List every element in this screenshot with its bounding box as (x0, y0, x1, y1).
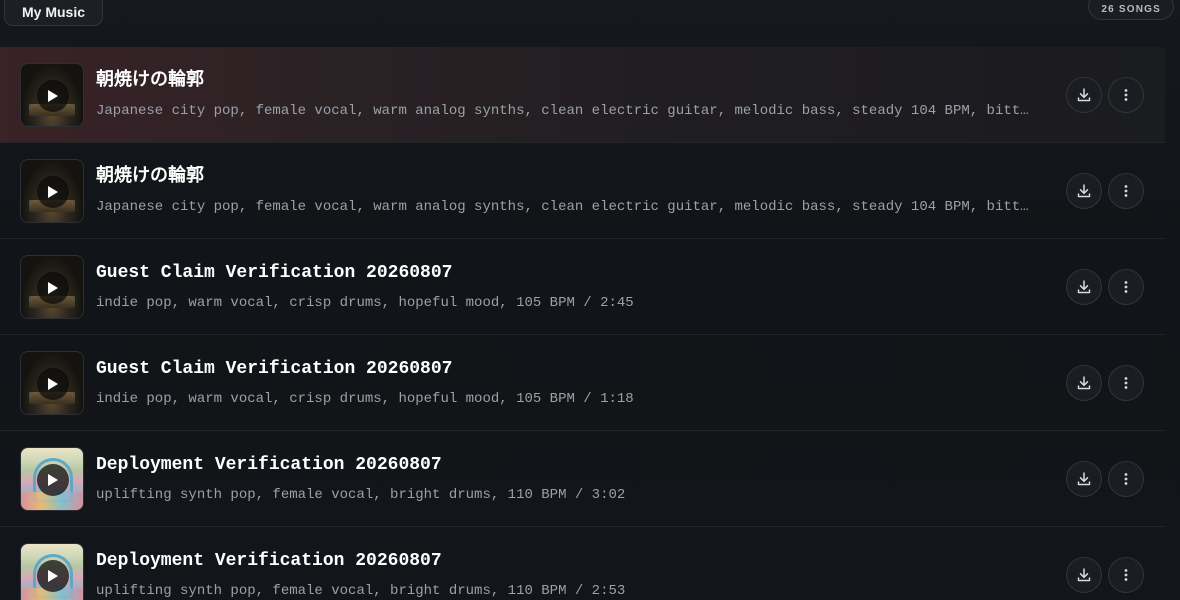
more-vertical-icon (1124, 281, 1128, 293)
download-icon (1077, 568, 1091, 582)
my-music-tab[interactable]: My Music (4, 0, 104, 26)
more-options-button[interactable] (1108, 557, 1144, 593)
song-row[interactable]: 朝焼けの輪郭 Japanese city pop, female vocal, w… (0, 143, 1165, 239)
play-icon (48, 90, 58, 102)
song-description: Japanese city pop, female vocal, warm an… (96, 199, 1031, 215)
top-bar: My Music 26 SONGS (0, 0, 1180, 36)
play-icon (48, 186, 58, 198)
download-icon (1077, 376, 1091, 390)
song-title[interactable]: Deployment Verification 20260807 (96, 549, 442, 573)
download-icon (1077, 88, 1091, 102)
more-vertical-icon (1124, 185, 1128, 197)
play-icon (48, 570, 58, 582)
download-button[interactable] (1066, 461, 1102, 497)
song-cover-art (20, 63, 84, 127)
play-icon (48, 474, 58, 486)
download-button[interactable] (1066, 77, 1102, 113)
more-vertical-icon (1124, 89, 1128, 101)
download-icon (1077, 280, 1091, 294)
my-music-page: My Music 26 SONGS 朝焼けの輪郭 Japanese city po… (0, 0, 1180, 600)
song-cover-art (20, 543, 84, 600)
song-cover-art (20, 255, 84, 319)
song-cover-art (20, 351, 84, 415)
more-vertical-icon (1124, 377, 1128, 389)
download-button[interactable] (1066, 557, 1102, 593)
song-cover-art (20, 159, 84, 223)
song-list: 朝焼けの輪郭 Japanese city pop, female vocal, w… (0, 47, 1165, 600)
play-button[interactable] (37, 560, 69, 592)
download-icon (1077, 184, 1091, 198)
download-button[interactable] (1066, 269, 1102, 305)
song-row[interactable]: Deployment Verification 20260807 upliftin… (0, 527, 1165, 600)
song-row[interactable]: 朝焼けの輪郭 Japanese city pop, female vocal, w… (0, 47, 1165, 143)
song-description: Japanese city pop, female vocal, warm an… (96, 103, 1031, 119)
song-cover-art (20, 447, 84, 511)
download-icon (1077, 472, 1091, 486)
song-description: indie pop, warm vocal, crisp drums, hope… (96, 295, 634, 311)
song-title[interactable]: Deployment Verification 20260807 (96, 453, 442, 477)
song-title[interactable]: Guest Claim Verification 20260807 (96, 357, 452, 381)
play-button[interactable] (37, 368, 69, 400)
more-options-button[interactable] (1108, 173, 1144, 209)
play-button[interactable] (37, 80, 69, 112)
song-description: uplifting synth pop, female vocal, brigh… (96, 583, 626, 599)
more-options-button[interactable] (1108, 365, 1144, 401)
play-icon (48, 282, 58, 294)
more-options-button[interactable] (1108, 461, 1144, 497)
play-button[interactable] (37, 272, 69, 304)
play-icon (48, 378, 58, 390)
song-title[interactable]: Guest Claim Verification 20260807 (96, 261, 452, 285)
songs-count-badge: 26 SONGS (1088, 0, 1174, 20)
song-title[interactable]: 朝焼けの輪郭 (96, 69, 204, 93)
more-options-button[interactable] (1108, 77, 1144, 113)
song-row[interactable]: Guest Claim Verification 20260807 indie p… (0, 335, 1165, 431)
song-title[interactable]: 朝焼けの輪郭 (96, 165, 204, 189)
song-description: indie pop, warm vocal, crisp drums, hope… (96, 391, 634, 407)
song-row[interactable]: Deployment Verification 20260807 upliftin… (0, 431, 1165, 527)
download-button[interactable] (1066, 365, 1102, 401)
download-button[interactable] (1066, 173, 1102, 209)
play-button[interactable] (37, 176, 69, 208)
song-description: uplifting synth pop, female vocal, brigh… (96, 487, 626, 503)
more-vertical-icon (1124, 473, 1128, 485)
more-vertical-icon (1124, 569, 1128, 581)
song-row[interactable]: Guest Claim Verification 20260807 indie p… (0, 239, 1165, 335)
more-options-button[interactable] (1108, 269, 1144, 305)
play-button[interactable] (37, 464, 69, 496)
